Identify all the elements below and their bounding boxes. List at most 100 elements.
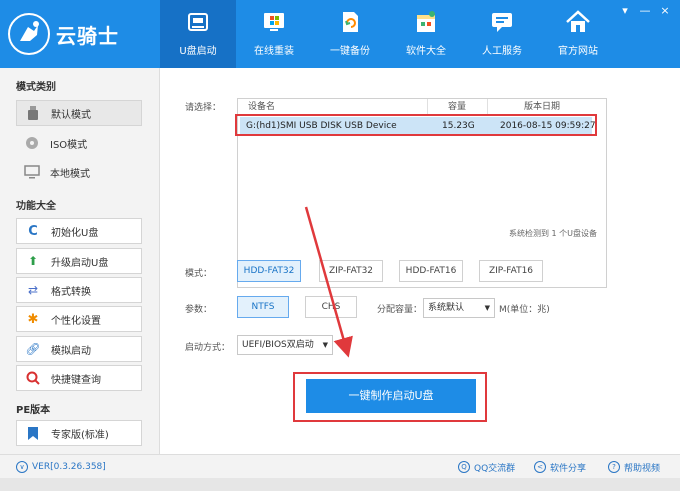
- qq-group-link[interactable]: Q QQ交流群: [458, 455, 515, 479]
- sidebar-item-label: 个性化设置: [51, 315, 101, 327]
- link-icon: 🔗︎: [25, 342, 41, 356]
- share-icon: <: [534, 461, 546, 473]
- make-boot-usb-button[interactable]: 一键制作启动U盘: [306, 379, 476, 413]
- sidebar-item-hotkey-query[interactable]: 快捷键查询: [16, 365, 142, 391]
- gear-icon: ✱: [27, 311, 39, 327]
- app-logo: 云骑士: [8, 10, 119, 58]
- alloc-select-value: 系统默认: [428, 303, 465, 313]
- sidebar-item-local-mode[interactable]: 本地模式: [16, 159, 142, 185]
- bottom-strip: [0, 478, 680, 491]
- main-nav: U盘启动 在线重装 一键备份 软件大全 人工服务 官方网站: [160, 0, 616, 68]
- param-label: 参数：: [185, 305, 213, 315]
- mode-option-hdd-fat32[interactable]: HDD-FAT32: [237, 260, 301, 282]
- menu-dropdown-icon[interactable]: ▾: [618, 4, 632, 17]
- func-section-title: 功能大全: [16, 201, 56, 212]
- mode-option-zip-fat32[interactable]: ZIP-FAT32: [319, 260, 383, 282]
- nav-usb-boot-label: U盘启动: [179, 46, 217, 57]
- nav-usb-boot[interactable]: U盘启动: [160, 0, 236, 68]
- nav-website-label: 官方网站: [558, 46, 598, 57]
- share-link[interactable]: < 软件分享: [534, 455, 586, 479]
- disc-icon: [24, 136, 40, 150]
- sidebar-item-simulate-boot[interactable]: 🔗︎ 模拟启动: [16, 336, 142, 362]
- window-controls: ▾ — ×: [618, 4, 672, 17]
- sidebar-item-label: 初始化U盘: [51, 227, 99, 239]
- help-video-link[interactable]: ? 帮助视频: [608, 455, 660, 479]
- table-header-date: 版本日期: [524, 102, 561, 112]
- sidebar-item-label: ISO模式: [50, 139, 88, 151]
- sidebar-item-label: 格式转换: [51, 286, 91, 298]
- mode-option-zip-fat16[interactable]: ZIP-FAT16: [479, 260, 543, 282]
- status-bar: ∨ VER[0.3.26.358] Q QQ交流群 < 软件分享 ? 帮助视频: [0, 454, 680, 478]
- software-icon: [417, 11, 435, 32]
- sidebar-item-label: 本地模式: [50, 168, 90, 180]
- sidebar-item-init-usb[interactable]: C 初始化U盘: [16, 218, 142, 244]
- sidebar-item-upgrade-usb[interactable]: ⬆ 升级启动U盘: [16, 248, 142, 274]
- chevron-down-icon: ▼: [322, 341, 328, 349]
- chevron-down-icon: ▼: [484, 304, 490, 312]
- mode-option-hdd-fat16[interactable]: HDD-FAT16: [399, 260, 463, 282]
- usb-drive-icon: [25, 106, 41, 120]
- close-button[interactable]: ×: [658, 4, 672, 17]
- sidebar: 模式类别 默认模式 ISO模式 本地模式 功能大全 C 初始化U盘 ⬆ 升级启动…: [0, 68, 160, 454]
- usb-icon: [188, 13, 208, 31]
- boot-mode-label: 启动方式：: [185, 343, 231, 353]
- sidebar-item-label: 快捷键查询: [51, 374, 101, 386]
- table-header-capacity: 容量: [428, 99, 488, 115]
- nav-online-reinstall-label: 在线重装: [254, 46, 294, 57]
- mode-label: 模式：: [185, 269, 213, 279]
- version-text: VER[0.3.26.358]: [32, 462, 106, 472]
- qq-group-text: QQ交流群: [474, 463, 516, 474]
- help-icon: ?: [608, 461, 620, 473]
- select-label: 请选择：: [185, 103, 222, 113]
- version-info[interactable]: ∨ VER[0.3.26.358]: [16, 455, 106, 479]
- alloc-label: 分配容量：: [377, 305, 423, 315]
- detect-status-text: 系统检测到 1 个U盘设备: [509, 229, 598, 238]
- chevron-down-circle-icon: ∨: [16, 461, 28, 473]
- sidebar-item-format-convert[interactable]: ⇄ 格式转换: [16, 277, 142, 303]
- fs-option-chs[interactable]: CHS: [305, 296, 357, 318]
- qq-icon: Q: [458, 461, 470, 473]
- top-bar: 云骑士 U盘启动 在线重装 一键备份 软件大全 人工服务 官方网站 ▾ — ×: [0, 0, 680, 68]
- search-icon: [25, 371, 41, 385]
- table-header-device: 设备名: [238, 99, 428, 115]
- refresh-icon: C: [28, 223, 38, 239]
- help-video-text: 帮助视频: [624, 463, 661, 474]
- nav-software[interactable]: 软件大全: [388, 0, 464, 68]
- upgrade-arrow-icon: ⬆: [27, 254, 39, 268]
- bookmark-icon: [25, 426, 41, 440]
- alloc-unit-label: M(单位：兆): [499, 305, 550, 315]
- pe-section-title: PE版本: [16, 405, 51, 416]
- sidebar-item-label: 模拟启动: [51, 345, 91, 357]
- monitor-icon: [24, 165, 40, 179]
- nav-service[interactable]: 人工服务: [464, 0, 540, 68]
- convert-icon: ⇄: [27, 283, 39, 297]
- boot-mode-select[interactable]: UEFI/BIOS双启动 ▼: [237, 335, 333, 355]
- sidebar-item-pe-expert[interactable]: 专家版(标准): [16, 420, 142, 446]
- chat-icon: [492, 13, 512, 32]
- nav-backup-label: 一键备份: [330, 46, 370, 57]
- sidebar-item-default-mode[interactable]: 默认模式: [16, 100, 142, 126]
- nav-website[interactable]: 官方网站: [540, 0, 616, 68]
- device-highlight-box: [235, 114, 597, 136]
- nav-backup[interactable]: 一键备份: [312, 0, 388, 68]
- nav-software-label: 软件大全: [406, 46, 446, 57]
- share-text: 软件分享: [550, 463, 587, 474]
- sidebar-item-label: 专家版(标准): [51, 429, 109, 441]
- sidebar-item-personalize[interactable]: ✱ 个性化设置: [16, 306, 142, 332]
- mode-section-title: 模式类别: [16, 82, 56, 93]
- windows-icon: [264, 13, 284, 31]
- knight-logo-icon: [8, 13, 50, 55]
- home-icon: [566, 10, 590, 32]
- boot-mode-value: UEFI/BIOS双启动: [242, 340, 314, 350]
- alloc-select[interactable]: 系统默认 ▼: [423, 298, 495, 318]
- fs-option-ntfs[interactable]: NTFS: [237, 296, 289, 318]
- main-panel: 请选择： 设备名 容量 版本日期 G:(hd1)SMI USB DISK USB…: [161, 68, 680, 454]
- sidebar-item-label: 升级启动U盘: [51, 257, 109, 269]
- minimize-button[interactable]: —: [638, 4, 652, 17]
- app-logo-text: 云骑士: [56, 23, 119, 48]
- nav-service-label: 人工服务: [482, 46, 522, 57]
- sidebar-item-label: 默认模式: [51, 109, 91, 121]
- sidebar-item-iso-mode[interactable]: ISO模式: [16, 130, 142, 156]
- nav-online-reinstall[interactable]: 在线重装: [236, 0, 312, 68]
- backup-icon: [343, 12, 358, 32]
